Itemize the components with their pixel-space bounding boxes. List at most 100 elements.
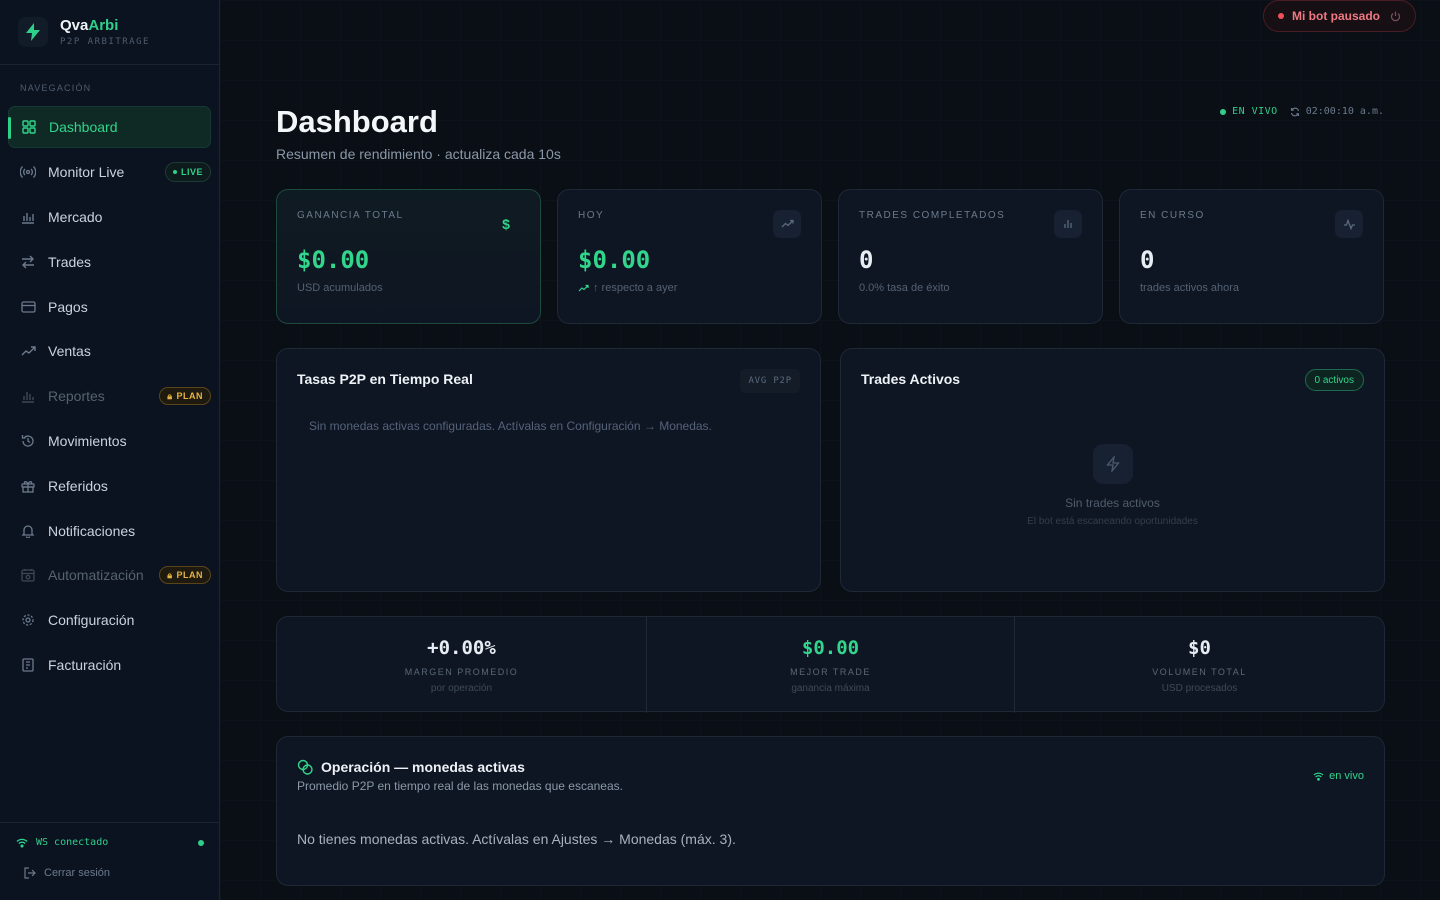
ws-indicator-dot	[198, 839, 204, 846]
sidebar-item-referidos[interactable]: Referidos	[8, 465, 211, 507]
power-icon	[1390, 11, 1401, 22]
sidebar-item-label: Mercado	[48, 209, 103, 225]
brand[interactable]: QvaArbi P2P ARBITRAGE	[0, 0, 219, 65]
plan-badge: 🔒︎ PLAN	[159, 566, 211, 584]
empty-lightning-icon	[1093, 444, 1133, 484]
invoice-icon	[20, 657, 36, 673]
empty-trades-title: Sin trades activos	[1065, 496, 1160, 510]
sidebar-item-monitor-live[interactable]: Monitor Live LIVE	[8, 151, 211, 193]
sidebar-item-mercado[interactable]: Mercado	[8, 196, 211, 238]
bar-chart-icon	[1054, 210, 1082, 238]
gear-icon	[20, 612, 36, 628]
main-content: Mi bot pausado Dashboard Resumen de rend…	[220, 0, 1440, 900]
calendar-automation-icon	[20, 567, 36, 583]
sidebar-item-automatizacion[interactable]: Automatización 🔒︎ PLAN	[8, 554, 211, 596]
stat-card-completed-trades: TRADES COMPLETADOS 0 0.0% tasa de éxito	[838, 189, 1103, 324]
rates-panel-title: Tasas P2P en Tiempo Real	[297, 371, 473, 387]
bell-icon	[20, 523, 36, 539]
stat-card-today: HOY $0.00 ↑ respecto a ayer	[557, 189, 822, 324]
sidebar-item-facturacion[interactable]: Facturación	[8, 644, 211, 686]
dollar-icon: $	[502, 216, 510, 232]
operation-title: Operación — monedas activas	[321, 759, 525, 775]
live-stamp: EN VIVO 02:00:10 a.m.	[1220, 106, 1384, 117]
rates-empty-message: Sin monedas activas configuradas. Actíva…	[309, 419, 712, 433]
stat-card-total-profit: GANANCIA TOTAL $ $0.00 USD acumulados	[276, 189, 541, 324]
ws-status: WS conectado	[16, 837, 204, 848]
operation-empty-message: No tienes monedas activas. Actívalas en …	[297, 831, 736, 847]
sidebar-item-label: Automatización	[48, 567, 144, 583]
sidebar-item-label: Movimientos	[48, 433, 127, 449]
sidebar: QvaArbi P2P ARBITRAGE NAVEGACIÓN Dashboa…	[0, 0, 220, 900]
live-badge: LIVE	[164, 162, 211, 182]
bot-status-toggle[interactable]: Mi bot pausado	[1263, 0, 1416, 32]
report-bars-icon	[20, 388, 36, 404]
sidebar-item-dashboard[interactable]: Dashboard	[8, 106, 211, 148]
metrics-strip: +0.00% MARGEN PROMEDIO por operación $0.…	[276, 616, 1385, 713]
metric-total-volume: $0 VOLUMEN TOTAL USD procesados	[1152, 637, 1247, 694]
plan-badge: 🔒︎ PLAN	[159, 387, 211, 405]
sidebar-item-label: Dashboard	[49, 119, 118, 135]
refresh-icon[interactable]	[1290, 107, 1300, 117]
sidebar-item-configuracion[interactable]: Configuración	[8, 599, 211, 641]
sidebar-item-notificaciones[interactable]: Notificaciones	[8, 510, 211, 552]
live-indicator: EN VIVO	[1220, 106, 1278, 117]
logout-button[interactable]: Cerrar sesión	[24, 867, 110, 879]
operation-subtitle: Promedio P2P en tiempo real de las moned…	[297, 779, 623, 793]
sidebar-item-label: Reportes	[48, 388, 105, 404]
sidebar-item-reportes[interactable]: Reportes 🔒︎ PLAN	[8, 375, 211, 417]
sidebar-item-label: Pagos	[48, 299, 88, 315]
trending-up-icon	[773, 210, 801, 238]
sidebar-item-movimientos[interactable]: Movimientos	[8, 420, 211, 462]
wifi-icon	[1313, 772, 1324, 781]
metric-best-trade: $0.00 MEJOR TRADE ganancia máxima	[647, 617, 1015, 713]
sidebar-item-label: Ventas	[48, 343, 91, 359]
credit-card-icon	[20, 299, 36, 315]
brand-subtitle: P2P ARBITRAGE	[60, 37, 150, 47]
sidebar-item-label: Monitor Live	[48, 164, 125, 180]
active-count-badge: 0 activos	[1304, 369, 1364, 391]
sidebar-item-label: Referidos	[48, 478, 108, 494]
sidebar-item-label: Facturación	[48, 657, 122, 673]
sidebar-footer: WS conectado Cerrar sesión	[0, 822, 219, 900]
last-update-time: 02:00:10 a.m.	[1305, 106, 1384, 117]
bar-chart-icon	[20, 209, 36, 225]
operation-panel: Operación — monedas activas Promedio P2P…	[276, 736, 1385, 886]
trending-up-small-icon	[578, 284, 589, 292]
rates-panel: Tasas P2P en Tiempo Real AVG P2P Sin mon…	[276, 348, 821, 592]
sidebar-item-trades[interactable]: Trades	[8, 241, 211, 283]
sidebar-item-label: Trades	[48, 254, 92, 270]
status-dot	[1278, 13, 1284, 19]
stat-card-in-progress: EN CURSO 0 trades activos ahora	[1119, 189, 1384, 324]
lightning-logo-icon	[18, 17, 48, 47]
sidebar-item-label: Configuración	[48, 612, 135, 628]
empty-trades-sub: El bot está escaneando oportunidades	[1027, 516, 1198, 527]
lock-icon: 🔒︎	[167, 390, 173, 401]
logout-icon	[24, 867, 36, 879]
lock-icon: 🔒︎	[167, 569, 173, 580]
nav-heading: NAVEGACIÓN	[20, 83, 92, 93]
sidebar-item-ventas[interactable]: Ventas	[8, 330, 211, 372]
metric-avg-margin: +0.00% MARGEN PROMEDIO por operación	[277, 617, 647, 713]
activity-icon	[1335, 210, 1363, 238]
grid-icon	[21, 119, 37, 135]
sidebar-item-pagos[interactable]: Pagos	[8, 286, 211, 328]
stat-value: 0	[1140, 246, 1155, 274]
coins-icon	[297, 759, 313, 775]
active-trades-title: Trades Activos	[861, 371, 961, 387]
operation-live: en vivo	[1313, 770, 1364, 782]
gift-icon	[20, 478, 36, 494]
page-subtitle: Resumen de rendimiento · actualiza cada …	[276, 146, 561, 162]
broadcast-icon	[20, 164, 36, 180]
brand-name: QvaArbi	[60, 17, 119, 34]
swap-arrows-icon	[20, 254, 36, 270]
sidebar-item-label: Notificaciones	[48, 523, 136, 539]
stat-value: $0.00	[578, 246, 651, 274]
wifi-icon	[16, 838, 28, 848]
history-icon	[20, 433, 36, 449]
avg-p2p-chip: AVG P2P	[740, 369, 800, 393]
stat-value: $0.00	[297, 246, 370, 274]
trending-up-icon	[20, 343, 36, 359]
stat-value: 0	[859, 246, 874, 274]
page-title: Dashboard	[276, 104, 438, 139]
active-trades-panel: Trades Activos 0 activos Sin trades acti…	[840, 348, 1385, 592]
